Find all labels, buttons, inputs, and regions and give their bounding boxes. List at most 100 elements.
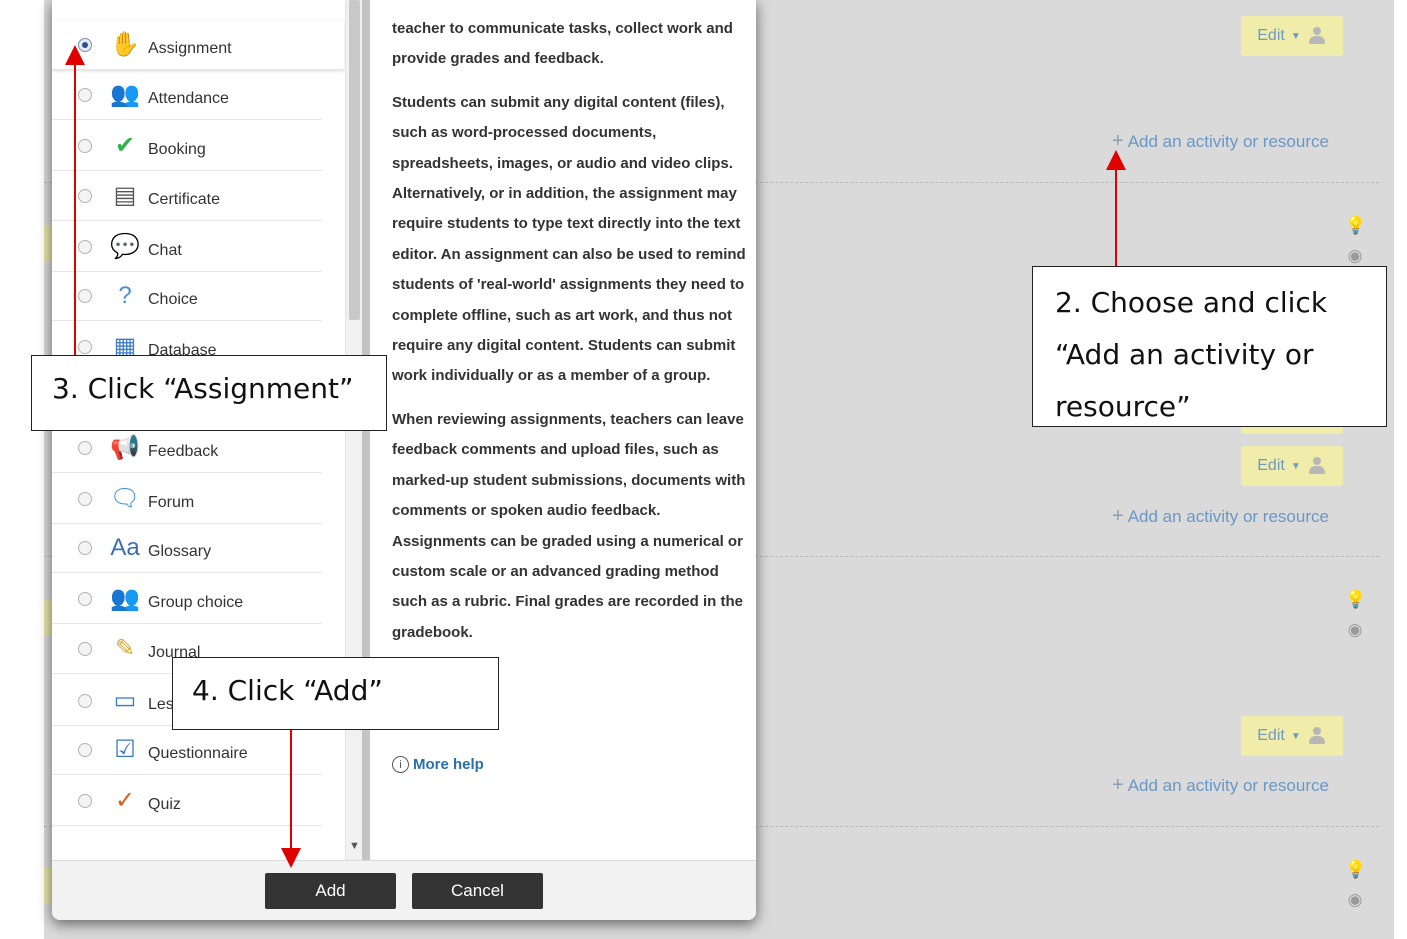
user-icon [1307,727,1327,745]
edit-label: Edit [1257,457,1285,474]
activity-option-label: Group choice [148,593,244,611]
info-icon: i [392,756,409,773]
group-choice-icon: 👥 [110,585,140,612]
annotation-step-4: 4. Click “Add” [172,657,499,730]
radio-button[interactable] [78,339,92,354]
activity-option-label: Chat [148,241,182,259]
scrollbar-thumb[interactable] [349,0,360,320]
more-help-link[interactable]: i More help [392,756,484,773]
add-activity-label: Add an activity or resource [1127,506,1329,526]
edit-menu-button[interactable]: Edit ▼ [1241,716,1343,756]
radio-button[interactable] [78,138,92,153]
highlight-lightbulb-icon[interactable]: 💡 [1345,590,1366,610]
radio-button[interactable] [78,188,92,203]
activity-option-forum[interactable]: 🗨 Forum [52,474,322,524]
glossary-icon: Aa [110,533,140,561]
dialog-footer: Add Cancel [52,860,756,920]
radio-button[interactable] [78,440,92,455]
user-icon [1307,457,1327,475]
activity-option-questionnaire[interactable]: ☑ Questionnaire [52,725,322,775]
radio-button[interactable] [78,693,92,708]
activity-option-attendance[interactable]: 👥 Attendance [52,70,322,120]
caret-down-icon: ▼ [1290,30,1301,42]
feedback-icon: 📢 [110,434,140,461]
activity-option-label: Glossary [148,542,212,560]
plus-icon: + [1112,774,1124,796]
description-paragraph: teacher to communicate tasks, collect wo… [392,20,733,68]
questionnaire-icon: ☑ [114,736,136,763]
visibility-eye-icon[interactable]: ◉ [1345,620,1365,640]
forum-icon: 🗨 [109,485,141,512]
activity-description: teacher to communicate tasks, collect wo… [392,14,748,661]
activity-option-chat[interactable]: 💬 Chat [52,222,322,272]
activity-option-label: Feedback [148,442,219,460]
visibility-eye-icon[interactable]: ◉ [1345,246,1365,266]
caret-down-icon: ▼ [1290,730,1301,742]
cancel-button[interactable]: Cancel [412,873,543,909]
section-highlight [44,226,52,262]
edit-menu-button[interactable]: Edit ▼ [1241,16,1343,56]
activity-option-label: Questionnaire [148,744,248,762]
activity-option-label: Assignment [148,39,232,57]
edit-label: Edit [1257,727,1285,744]
add-activity-link[interactable]: + Add an activity or resource [1112,505,1329,528]
activity-option-label: Certificate [148,190,221,208]
activity-option-glossary[interactable]: Aa Glossary [52,523,322,573]
assignment-icon: ✋ [110,31,140,58]
section-highlight [44,868,52,904]
edit-label: Edit [1257,27,1285,44]
scroll-down-icon[interactable]: ▼ [349,840,360,852]
chat-icon: 💬 [110,233,140,260]
highlight-lightbulb-icon[interactable]: 💡 [1345,860,1366,880]
radio-button[interactable] [78,742,92,757]
radio-button[interactable] [78,540,92,555]
quiz-icon: ✓ [114,787,136,814]
radio-button[interactable] [78,37,92,52]
activity-option-certificate[interactable]: ▤ Certificate [52,171,322,221]
radio-button[interactable] [78,491,92,506]
page-margin [0,0,44,939]
attendance-icon: 👥 [110,81,140,108]
lesson-icon: ▭ [113,687,137,714]
radio-button[interactable] [78,288,92,303]
annotation-step-3: 3. Click “Assignment” [31,355,387,431]
plus-icon: + [1112,505,1124,527]
annotation-step-2: 2. Choose and click “Add an activity or … [1032,266,1387,427]
radio-button[interactable] [78,87,92,102]
add-activity-label: Add an activity or resource [1127,131,1329,151]
add-activity-label: Add an activity or resource [1127,775,1329,795]
edit-menu-button[interactable]: Edit ▼ [1241,446,1343,486]
section-highlight [44,600,52,636]
activity-option-label: Forum [148,493,195,511]
radio-button[interactable] [78,641,92,656]
booking-icon: ✔ [114,132,136,159]
activity-option-booking[interactable]: ✔ Booking [52,121,322,171]
group-icon [1307,27,1327,45]
radio-button[interactable] [78,239,92,254]
activity-option-label: Choice [148,290,198,308]
activity-chooser-dialog: ✋ Assignment 👥 Attendance ✔ Booking ▤ Certifica… [52,0,756,920]
radio-button[interactable] [78,793,92,808]
visibility-eye-icon[interactable]: ◉ [1345,890,1365,910]
certificate-icon: ▤ [113,182,137,209]
description-paragraph: When reviewing assignments, teachers can… [392,410,746,641]
add-activity-link[interactable]: + Add an activity or resource [1112,130,1329,153]
more-help-label: More help [413,756,484,773]
activity-option-label: Attendance [148,89,229,107]
highlight-lightbulb-icon[interactable]: 💡 [1345,216,1366,236]
caret-down-icon: ▼ [1290,460,1301,472]
activity-option-choice[interactable]: ? Choice [52,271,322,321]
activity-option-group-choice[interactable]: 👥 Group choice [52,574,322,624]
add-button[interactable]: Add [265,873,396,909]
activity-option-quiz[interactable]: ✓ Quiz [52,776,322,826]
activity-option-label: Booking [148,140,206,158]
choice-icon: ? [118,281,132,309]
description-paragraph: Students can submit any digital content … [392,93,746,385]
page-margin [1394,0,1407,939]
plus-icon: + [1112,130,1124,152]
journal-icon: ✎ [114,635,136,662]
activity-option-assignment[interactable]: ✋ Assignment [52,20,344,70]
activity-option-label: Quiz [148,795,181,813]
add-activity-link[interactable]: + Add an activity or resource [1112,774,1329,797]
radio-button[interactable] [78,591,92,606]
